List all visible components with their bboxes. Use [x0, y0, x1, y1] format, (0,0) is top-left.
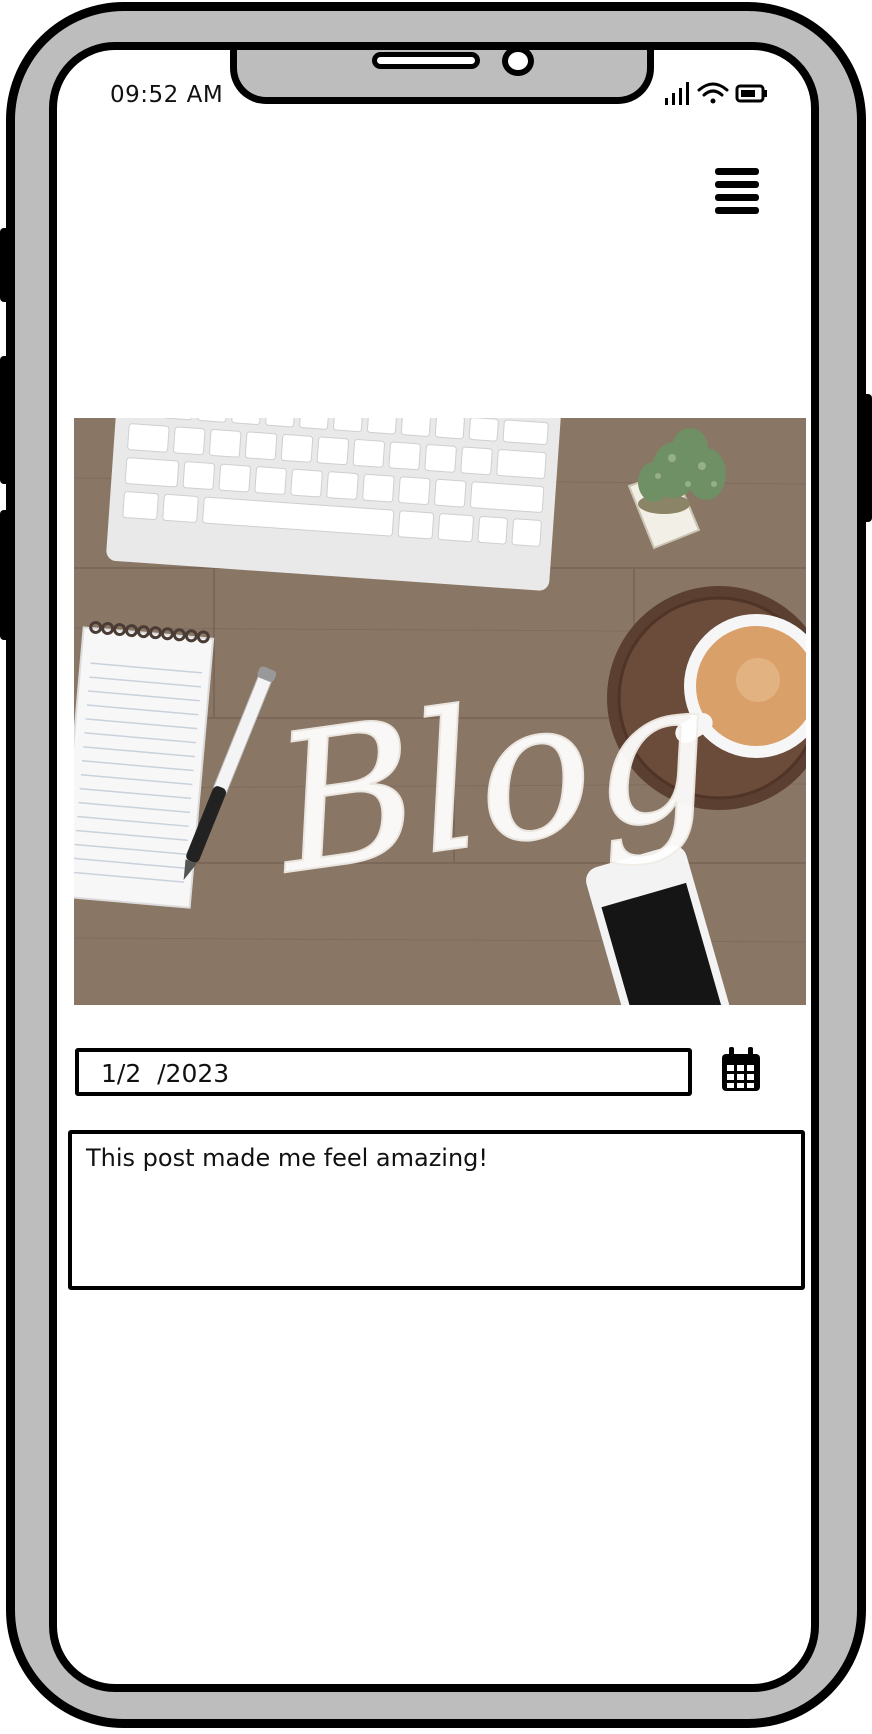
date-value: 1/2 /2023 [101, 1059, 230, 1088]
phone-screen: 09:52 AM Blog 1/2 /2023 This post made m… [49, 42, 819, 1692]
hamburger-menu-icon[interactable] [715, 168, 759, 214]
calendar-icon[interactable] [719, 1046, 763, 1094]
signal-icon [665, 82, 689, 105]
front-camera [502, 50, 534, 76]
blog-hero-image: Blog [74, 418, 806, 1005]
phone-side-button [0, 356, 12, 484]
phone-side-button [0, 510, 12, 640]
status-icons [665, 82, 767, 105]
speaker-grille [372, 52, 480, 69]
phone-side-button [0, 228, 12, 302]
wifi-icon [697, 82, 729, 104]
note-textarea[interactable]: This post made me feel amazing! [68, 1130, 805, 1290]
date-input[interactable]: 1/2 /2023 [75, 1048, 692, 1096]
phone-notch [230, 50, 654, 104]
battery-icon [735, 84, 767, 103]
status-time: 09:52 AM [110, 82, 224, 108]
phone-side-button [860, 394, 872, 522]
note-text: This post made me feel amazing! [86, 1144, 489, 1172]
